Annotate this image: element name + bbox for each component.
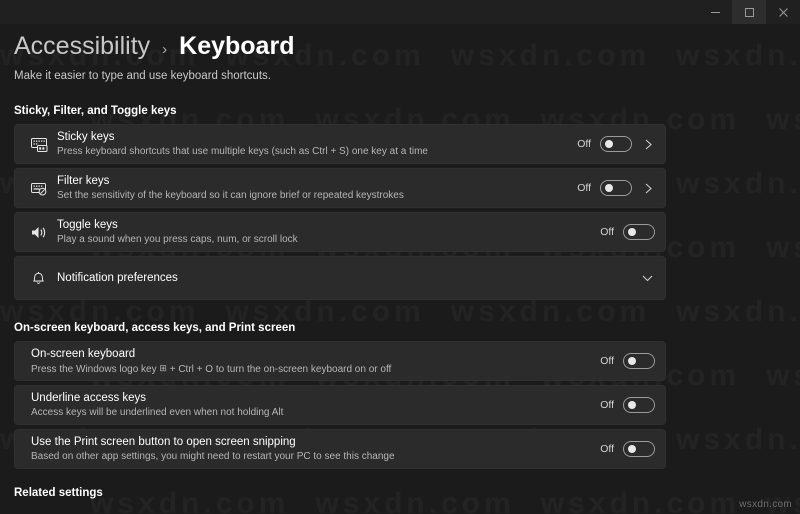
- close-button[interactable]: [766, 0, 800, 24]
- setting-row-sticky-keys[interactable]: Sticky keys Press keyboard shortcuts tha…: [14, 124, 666, 164]
- print-screen-snipping-toggle[interactable]: [623, 441, 655, 457]
- setting-title: On-screen keyboard: [31, 347, 600, 361]
- section-cards-2: On-screen keyboard Press the Windows log…: [14, 341, 666, 469]
- setting-description: Play a sound when you press caps, num, o…: [57, 233, 600, 246]
- on-screen-keyboard-toggle[interactable]: [623, 353, 655, 369]
- section-cards-1: Sticky keys Press keyboard shortcuts tha…: [14, 124, 666, 300]
- bell-icon: [31, 270, 57, 286]
- underline-access-keys-toggle[interactable]: [623, 397, 655, 413]
- setting-controls: Off: [577, 136, 655, 152]
- speaker-icon: [31, 225, 57, 240]
- toggle-state-label: Off: [577, 138, 591, 150]
- toggle-knob: [605, 184, 613, 192]
- section-title-onscreen-keyboard: On-screen keyboard, access keys, and Pri…: [14, 322, 800, 334]
- toggle-knob: [628, 401, 636, 409]
- page-subtitle: Make it easier to type and use keyboard …: [14, 70, 800, 82]
- setting-row-on-screen-keyboard[interactable]: On-screen keyboard Press the Windows log…: [14, 341, 666, 381]
- setting-row-underline-access-keys[interactable]: Underline access keys Access keys will b…: [14, 385, 666, 425]
- filter-keys-toggle[interactable]: [600, 180, 632, 196]
- setting-row-notification-preferences[interactable]: Notification preferences: [14, 256, 666, 300]
- title-bar: [0, 0, 800, 24]
- page-title: Keyboard: [179, 32, 294, 61]
- setting-controls: Off: [600, 353, 655, 369]
- breadcrumb: Accessibility › Keyboard: [14, 24, 800, 61]
- setting-description-before: Press the Windows logo key: [31, 364, 159, 375]
- toggle-knob: [628, 228, 636, 236]
- setting-text-print-screen-snipping: Use the Print screen button to open scre…: [31, 435, 600, 463]
- setting-text-toggle-keys: Toggle keys Play a sound when you press …: [57, 218, 600, 246]
- sticky-keys-icon: [31, 137, 57, 152]
- setting-text-underline-access-keys: Underline access keys Access keys will b…: [31, 391, 600, 419]
- toggle-keys-toggle[interactable]: [623, 224, 655, 240]
- minimize-button[interactable]: [698, 0, 732, 24]
- minimize-icon: [710, 7, 721, 18]
- toggle-knob: [605, 140, 613, 148]
- toggle-knob: [628, 357, 636, 365]
- section-title-related-settings: Related settings: [14, 487, 800, 499]
- setting-text-notification-preferences: Notification preferences: [57, 271, 639, 285]
- toggle-state-label: Off: [577, 182, 591, 194]
- setting-controls: Off: [577, 180, 655, 196]
- toggle-state-label: Off: [600, 355, 614, 367]
- setting-controls: Off: [600, 224, 655, 240]
- filter-keys-icon: [31, 181, 57, 196]
- toggle-state-label: Off: [600, 399, 614, 411]
- setting-row-print-screen-snipping[interactable]: Use the Print screen button to open scre…: [14, 429, 666, 469]
- setting-text-sticky-keys: Sticky keys Press keyboard shortcuts tha…: [57, 130, 577, 158]
- setting-controls: Off: [600, 441, 655, 457]
- setting-description: Set the sensitivity of the keyboard so i…: [57, 189, 577, 202]
- setting-title: Filter keys: [57, 174, 577, 188]
- sticky-keys-toggle[interactable]: [600, 136, 632, 152]
- chevron-down-icon[interactable]: [639, 275, 655, 282]
- setting-row-filter-keys[interactable]: Filter keys Set the sensitivity of the k…: [14, 168, 666, 208]
- setting-row-toggle-keys[interactable]: Toggle keys Play a sound when you press …: [14, 212, 666, 252]
- toggle-state-label: Off: [600, 443, 614, 455]
- site-watermark: wsxdn.com: [739, 499, 792, 510]
- setting-controls: [639, 275, 655, 282]
- setting-title: Sticky keys: [57, 130, 577, 144]
- settings-page: wsxdn.comwsxdn.comwsxdn.comwsxdn.comwsxd…: [0, 24, 800, 514]
- setting-title: Notification preferences: [57, 271, 639, 285]
- setting-description: Based on other app settings, you might n…: [31, 450, 600, 463]
- setting-description: Press the Windows logo key ⊞ + Ctrl + O …: [31, 362, 600, 376]
- setting-title: Use the Print screen button to open scre…: [31, 435, 600, 449]
- chevron-right-icon[interactable]: [641, 139, 655, 150]
- setting-description-after: + Ctrl + O to turn the on-screen keyboar…: [167, 364, 391, 375]
- toggle-knob: [628, 445, 636, 453]
- maximize-button[interactable]: [732, 0, 766, 24]
- setting-title: Underline access keys: [31, 391, 600, 405]
- chevron-right-icon[interactable]: [641, 183, 655, 194]
- setting-controls: Off: [600, 397, 655, 413]
- setting-text-filter-keys: Filter keys Set the sensitivity of the k…: [57, 174, 577, 202]
- toggle-state-label: Off: [600, 226, 614, 238]
- setting-description: Access keys will be underlined even when…: [31, 406, 600, 419]
- section-title-sticky-filter-toggle: Sticky, Filter, and Toggle keys: [14, 105, 800, 117]
- maximize-icon: [744, 7, 755, 18]
- breadcrumb-parent[interactable]: Accessibility: [14, 32, 150, 61]
- breadcrumb-separator-icon: ›: [162, 41, 167, 58]
- windows-logo-icon: ⊞: [159, 362, 167, 375]
- close-icon: [778, 7, 789, 18]
- page-content: Accessibility › Keyboard Make it easier …: [0, 24, 800, 499]
- setting-text-on-screen-keyboard: On-screen keyboard Press the Windows log…: [31, 347, 600, 376]
- setting-title: Toggle keys: [57, 218, 600, 232]
- setting-description: Press keyboard shortcuts that use multip…: [57, 145, 577, 158]
